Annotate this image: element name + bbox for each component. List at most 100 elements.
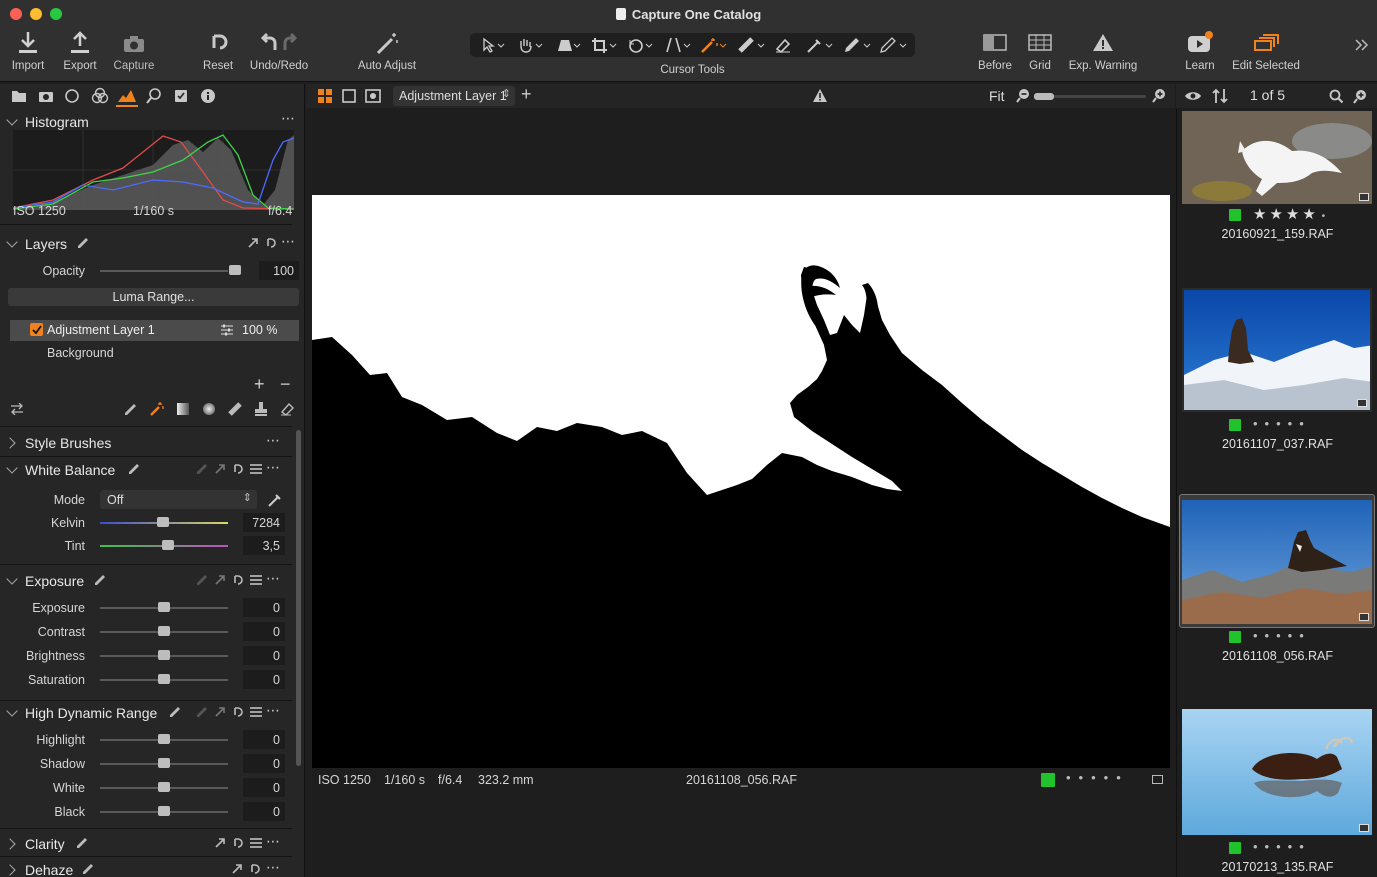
thumbnail-rating[interactable]: ••••• — [1177, 628, 1377, 645]
sort-icon[interactable] — [1212, 88, 1228, 104]
white-balance-header[interactable]: White Balance — [0, 458, 292, 482]
exposure-value[interactable]: 0 — [243, 598, 285, 617]
lens-tab-icon[interactable] — [64, 88, 80, 104]
dehaze-copy-apply-icon[interactable] — [231, 863, 243, 875]
exposure-warning-button[interactable]: Exp. Warning — [1066, 30, 1140, 72]
black-slider[interactable] — [100, 806, 228, 816]
reset-button[interactable]: Reset — [198, 30, 238, 72]
remove-layer-minus-icon[interactable]: − — [280, 374, 291, 395]
details-tab-icon[interactable] — [146, 88, 162, 104]
style-brushes-menu-icon[interactable]: ⋯ — [266, 432, 281, 449]
hdr-brush-icon[interactable] — [169, 706, 181, 718]
single-view-icon[interactable] — [342, 89, 356, 103]
reset-layer-icon[interactable] — [264, 237, 276, 249]
exposure-presets-icon[interactable] — [250, 575, 262, 585]
histogram-menu-icon[interactable]: ⋯ — [281, 110, 296, 127]
eraser-icon[interactable] — [772, 37, 802, 53]
wb-presets-icon[interactable] — [250, 464, 262, 474]
slider-knob[interactable] — [158, 602, 170, 612]
wb-mode-select[interactable]: Off ⇕ — [100, 490, 257, 509]
opacity-slider[interactable] — [100, 265, 241, 275]
hdr-header[interactable]: High Dynamic Range — [0, 701, 292, 725]
dehaze-menu-icon[interactable]: ⋯ — [266, 859, 281, 876]
zoom-in-icon[interactable] — [1152, 88, 1167, 103]
white-value[interactable]: 0 — [243, 778, 285, 797]
brush-icon[interactable] — [842, 37, 872, 53]
layer-row-background[interactable]: Background — [47, 346, 114, 360]
loupe-icon[interactable] — [552, 37, 582, 53]
before-button[interactable]: Before — [975, 30, 1015, 72]
color-tag-green[interactable] — [1041, 773, 1055, 787]
zoom-slider-knob[interactable] — [1034, 93, 1054, 100]
proof-view-icon[interactable] — [365, 89, 381, 103]
hdr-presets-icon[interactable] — [250, 707, 262, 717]
dehaze-reset-icon[interactable] — [248, 863, 260, 875]
learn-button[interactable]: Learn — [1182, 30, 1218, 72]
hdr-copy-apply-icon[interactable] — [214, 706, 226, 718]
auto-adjust-button[interactable]: Auto Adjust — [354, 30, 420, 72]
keystone-icon[interactable] — [662, 37, 692, 53]
hdr-mask-brush-icon[interactable] — [196, 706, 208, 718]
opacity-value[interactable]: 100 — [259, 261, 299, 280]
slider-knob[interactable] — [158, 806, 170, 816]
layer-row-adjustment[interactable]: Adjustment Layer 1 100 % — [10, 320, 299, 341]
wb-brush-icon[interactable] — [128, 463, 140, 475]
layers-menu-icon[interactable]: ⋯ — [281, 233, 296, 250]
kelvin-slider[interactable] — [100, 517, 228, 527]
magic-brush-icon[interactable] — [698, 37, 728, 53]
wb-copy-apply-icon[interactable] — [214, 463, 226, 475]
grid-view-icon[interactable] — [318, 89, 332, 103]
slider-knob[interactable] — [158, 626, 170, 636]
color-picker-icon[interactable] — [804, 37, 834, 53]
layer-brush-icon[interactable] — [77, 237, 89, 249]
panel-scrollbar[interactable] — [296, 430, 301, 766]
contrast-slider[interactable] — [100, 626, 228, 636]
import-button[interactable]: Import — [8, 30, 48, 72]
wb-menu-icon[interactable]: ⋯ — [266, 459, 281, 476]
wb-picker-icon[interactable] — [267, 492, 283, 508]
clarity-brush-icon[interactable] — [76, 837, 88, 849]
kelvin-value[interactable]: 7284 — [243, 513, 285, 532]
luma-range-button[interactable]: Luma Range... — [8, 288, 299, 306]
exposure-menu-icon[interactable]: ⋯ — [266, 570, 281, 587]
adjustments-tab-icon[interactable] — [173, 88, 189, 104]
slider-knob[interactable] — [158, 782, 170, 792]
saturation-value[interactable]: 0 — [243, 670, 285, 689]
exposure-header[interactable]: Exposure — [0, 569, 292, 593]
slider-knob[interactable] — [158, 650, 170, 660]
wb-reset-icon[interactable] — [231, 463, 243, 475]
layer-sliders-icon[interactable] — [220, 324, 234, 336]
highlight-value[interactable]: 0 — [243, 730, 285, 749]
style-brushes-header[interactable]: Style Brushes — [0, 431, 292, 455]
wb-mask-brush-icon[interactable] — [196, 463, 208, 475]
browser-zoom-icon[interactable] — [1353, 89, 1368, 104]
contrast-value[interactable]: 0 — [243, 622, 285, 641]
heal-brush-icon[interactable] — [736, 37, 766, 53]
thumbnail-image[interactable] — [1182, 500, 1372, 624]
search-icon[interactable] — [1329, 89, 1344, 104]
annotate-icon[interactable] — [878, 37, 908, 53]
tint-slider[interactable] — [100, 540, 228, 550]
shadow-slider[interactable] — [100, 758, 228, 768]
info-badge-icon[interactable] — [1152, 775, 1163, 784]
swap-icon[interactable] — [10, 403, 24, 415]
tint-value[interactable]: 3,5 — [243, 536, 285, 555]
undo-redo-button[interactable]: Undo/Redo — [248, 30, 310, 72]
layer-visible-checkbox[interactable] — [30, 323, 43, 336]
brightness-value[interactable]: 0 — [243, 646, 285, 665]
slider-knob[interactable] — [158, 674, 170, 684]
opacity-slider-knob[interactable] — [229, 265, 241, 275]
exposure-copy-apply-icon[interactable] — [214, 574, 226, 586]
rating-stars[interactable]: ••••• — [1066, 770, 1129, 785]
draw-mask-icon[interactable] — [124, 402, 138, 416]
color-tab-icon[interactable] — [91, 87, 109, 105]
metadata-tab-icon[interactable] — [200, 88, 216, 104]
exposure-tab-icon[interactable] — [117, 87, 137, 103]
thumbnail-rating[interactable]: ••••• — [1177, 839, 1377, 856]
erase-mask-icon[interactable] — [280, 402, 294, 416]
layer-selector[interactable]: Adjustment Layer 1 ⇕ — [393, 86, 515, 106]
brightness-slider[interactable] — [100, 650, 228, 660]
black-value[interactable]: 0 — [243, 802, 285, 821]
magic-brush-mask-icon[interactable] — [149, 401, 165, 417]
export-button[interactable]: Export — [59, 30, 101, 72]
